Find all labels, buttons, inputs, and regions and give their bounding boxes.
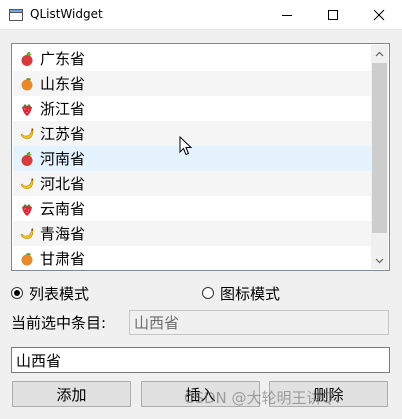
current-item-field <box>129 310 389 335</box>
radio-unchecked-icon <box>202 287 214 299</box>
current-item-label: 当前选中条目: <box>11 314 107 332</box>
list-item-label: 河北省 <box>40 175 86 193</box>
minimize-icon <box>282 15 292 16</box>
list-rows: 广东省山东省浙江省江苏省河南省河北省云南省青海省甘肃省 <box>13 46 372 270</box>
window-title: QListWidget <box>30 7 103 21</box>
mouse-cursor-icon <box>179 136 192 156</box>
title-bar: QListWidget <box>0 0 402 30</box>
list-item[interactable]: 云南省 <box>13 196 372 221</box>
list-item-label: 云南省 <box>40 200 86 218</box>
province-list[interactable]: 广东省山东省浙江省江苏省河南省河北省云南省青海省甘肃省 <box>11 43 390 271</box>
list-mode-radio[interactable]: 列表模式 <box>11 284 90 303</box>
list-item[interactable]: 山东省 <box>13 71 372 96</box>
banana-icon <box>18 125 36 143</box>
list-item-label: 河南省 <box>40 150 86 168</box>
list-item-label: 山东省 <box>40 75 86 93</box>
item-text-input[interactable] <box>11 347 390 373</box>
qt-window-icon <box>9 9 23 21</box>
banana-icon <box>18 175 36 193</box>
list-item-label: 甘肃省 <box>40 250 86 268</box>
scroll-thumb[interactable] <box>372 63 387 233</box>
strawberry-icon <box>18 200 36 218</box>
orange-icon <box>18 250 36 268</box>
chevron-down-icon <box>375 258 384 263</box>
list-item-label: 广东省 <box>40 50 86 68</box>
list-item[interactable]: 浙江省 <box>13 96 372 121</box>
list-item[interactable]: 青海省 <box>13 221 372 246</box>
watermark: CSDN @大轮明王讲QT <box>184 389 343 407</box>
list-mode-label: 列表模式 <box>29 284 90 303</box>
maximize-icon <box>328 10 338 20</box>
icon-mode-label: 图标模式 <box>220 284 281 303</box>
scroll-down-button[interactable] <box>371 252 388 269</box>
radio-checked-icon <box>11 287 23 299</box>
chevron-up-icon <box>375 51 384 56</box>
icon-mode-radio[interactable]: 图标模式 <box>202 284 281 303</box>
list-item[interactable]: 河南省 <box>13 146 372 171</box>
scroll-up-button[interactable] <box>371 45 388 62</box>
minimize-button[interactable] <box>264 0 310 30</box>
banana-icon <box>18 225 36 243</box>
list-item[interactable]: 甘肃省 <box>13 246 372 270</box>
list-item-label: 青海省 <box>40 225 86 243</box>
add-button[interactable]: 添加 <box>12 381 131 407</box>
list-item[interactable]: 江苏省 <box>13 121 372 146</box>
list-item-label: 江苏省 <box>40 125 86 143</box>
list-item-label: 浙江省 <box>40 100 86 118</box>
vertical-scrollbar[interactable] <box>371 45 388 269</box>
apple-icon <box>18 50 36 68</box>
list-item[interactable]: 河北省 <box>13 171 372 196</box>
close-button[interactable] <box>356 0 402 30</box>
maximize-button[interactable] <box>310 0 356 30</box>
orange-icon <box>18 75 36 93</box>
apple-icon <box>18 150 36 168</box>
strawberry-icon <box>18 100 36 118</box>
list-item[interactable]: 广东省 <box>13 46 372 71</box>
close-icon <box>373 9 385 21</box>
